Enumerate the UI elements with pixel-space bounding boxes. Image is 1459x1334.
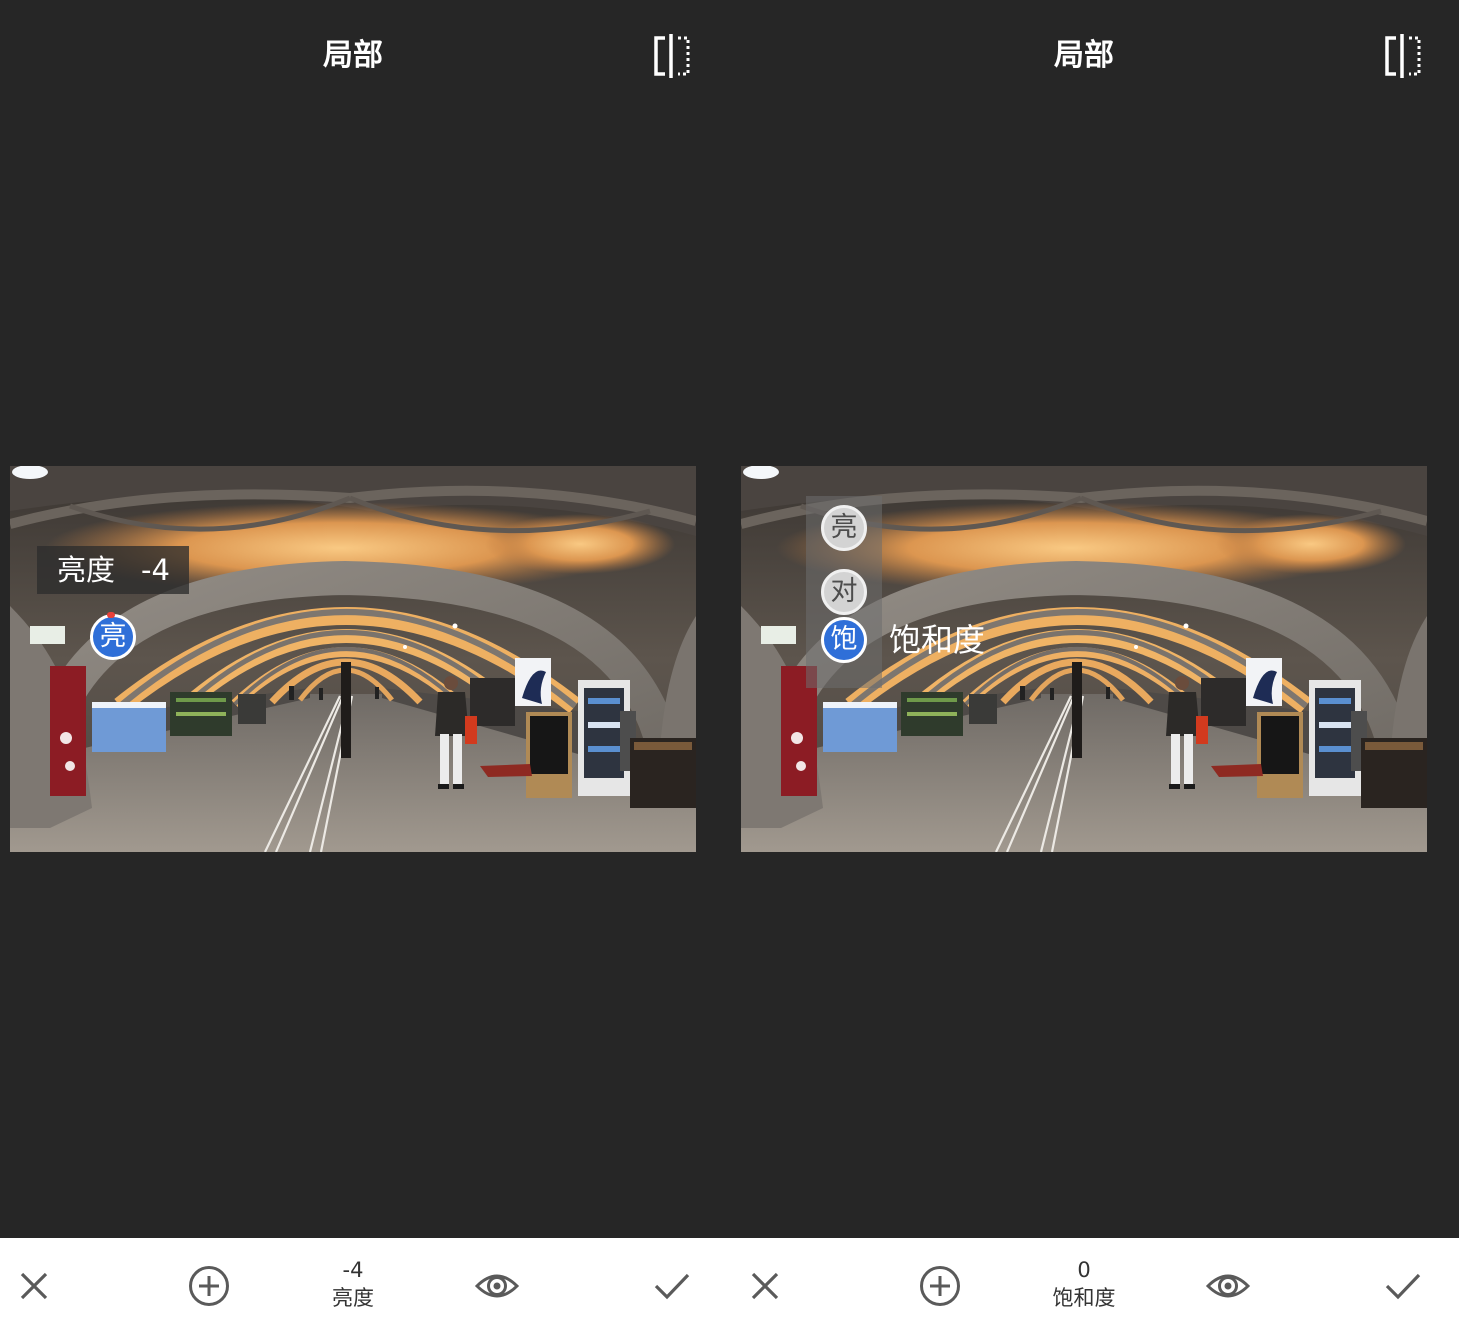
cancel-icon (751, 1272, 779, 1300)
compare-icon[interactable] (652, 34, 692, 78)
panel-saturation: 局部 亮 对 饱 饱和度 0 饱和度 (731, 0, 1459, 1334)
check-icon (1385, 1273, 1421, 1300)
check-icon (654, 1273, 690, 1300)
adjustment-parameter: 饱和度 (1052, 1286, 1116, 1310)
adjustment-value: -4 (141, 553, 170, 587)
preview-button[interactable] (474, 1270, 520, 1302)
cancel-icon (20, 1272, 48, 1300)
preview-button[interactable] (1205, 1270, 1251, 1302)
eye-icon (1205, 1274, 1251, 1298)
current-adjustment[interactable]: 0 饱和度 (1024, 1257, 1144, 1313)
apply-button[interactable] (1385, 1272, 1421, 1300)
page-title: 局部 (1054, 38, 1114, 73)
adjustment-amount: 0 (1077, 1258, 1091, 1282)
add-control-point-icon (189, 1266, 229, 1306)
selected-parameter-label: 饱和度 (889, 621, 986, 659)
apply-button[interactable] (654, 1272, 690, 1300)
page-title: 局部 (323, 38, 383, 73)
parameter-brightness-option[interactable]: 亮 (821, 505, 867, 551)
add-control-point-button[interactable] (188, 1265, 230, 1307)
cancel-button[interactable] (749, 1270, 781, 1302)
adjustment-amount: -4 (342, 1258, 364, 1282)
add-control-point-icon (920, 1266, 960, 1306)
adjustment-parameter: 亮度 (332, 1286, 374, 1310)
control-point[interactable]: 亮 (90, 614, 136, 660)
panel-brightness: 局部 亮度 -4 亮 -4 亮度 (0, 0, 731, 1334)
parameter-contrast-option[interactable]: 对 (821, 569, 867, 615)
eye-icon (474, 1274, 520, 1298)
current-adjustment[interactable]: -4 亮度 (293, 1257, 413, 1313)
adjustment-name: 亮度 (57, 553, 116, 587)
control-point-marker (107, 612, 115, 618)
add-control-point-button[interactable] (919, 1265, 961, 1307)
cancel-button[interactable] (18, 1270, 50, 1302)
compare-icon[interactable] (1383, 34, 1423, 78)
adjustment-label: 亮度 -4 (37, 546, 189, 594)
parameter-saturation-option[interactable]: 饱 (821, 617, 867, 663)
